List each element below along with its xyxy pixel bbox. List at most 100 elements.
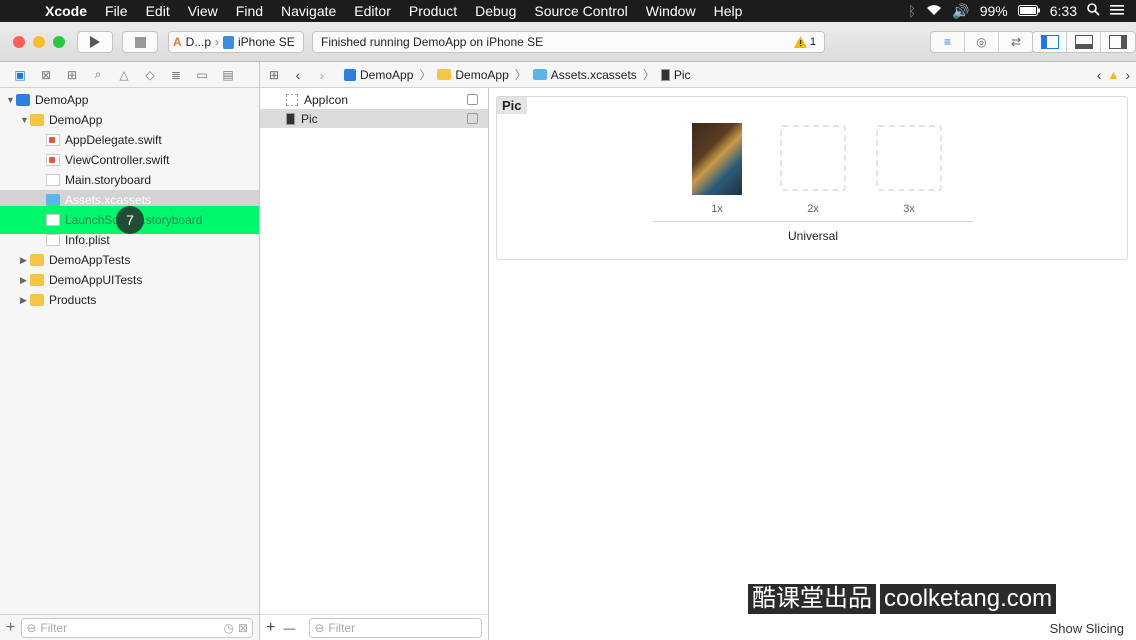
issue-warning-icon[interactable]: ▲ bbox=[1107, 68, 1119, 82]
asset-set-indicator-icon bbox=[467, 113, 478, 124]
disclosure-triangle-icon[interactable]: ▶ bbox=[20, 295, 30, 306]
previous-issue-chevron-icon[interactable]: ‹ bbox=[1097, 67, 1102, 83]
recent-files-clock-icon[interactable]: ◷ bbox=[223, 621, 233, 635]
breadcrumb-group[interactable]: DemoApp bbox=[437, 68, 509, 82]
add-asset-button[interactable]: + bbox=[266, 619, 275, 637]
image-slot-2x[interactable] bbox=[780, 125, 846, 191]
stop-button[interactable] bbox=[122, 31, 158, 53]
tree-row-demoapp-project[interactable]: ▼ DemoApp bbox=[0, 90, 259, 110]
menu-app-xcode[interactable]: Xcode bbox=[36, 3, 96, 19]
source-control-navigator-tab-icon[interactable]: ⊠ bbox=[38, 67, 54, 83]
toggle-navigator-button[interactable] bbox=[1033, 32, 1067, 52]
divider bbox=[653, 221, 973, 222]
minimize-window-button[interactable] bbox=[33, 36, 45, 48]
related-items-grid-icon[interactable]: ⊞ bbox=[262, 68, 286, 82]
editor-mode-segmented-control: ≡ ◎ ⇄ bbox=[930, 31, 1034, 53]
project-navigator-tab-folder-icon[interactable]: ▣ bbox=[12, 67, 28, 83]
standard-editor-button[interactable]: ≡ bbox=[931, 32, 965, 52]
back-chevron-icon[interactable]: ‹ bbox=[286, 67, 310, 83]
forward-chevron-icon[interactable]: › bbox=[310, 67, 334, 83]
storyboard-icon bbox=[46, 214, 60, 226]
tree-row-demoappuitests[interactable]: ▶ DemoAppUITests bbox=[0, 270, 259, 290]
tree-row-label: Main.storyboard bbox=[65, 173, 152, 187]
disclosure-triangle-icon[interactable]: ▶ bbox=[20, 275, 30, 286]
image-set-title[interactable]: Pic bbox=[497, 97, 527, 114]
version-editor-button[interactable]: ⇄ bbox=[999, 32, 1033, 52]
breadcrumb-project[interactable]: DemoApp bbox=[344, 68, 413, 82]
bluetooth-icon[interactable]: ᛒ bbox=[908, 3, 916, 19]
symbol-navigator-tab-icon[interactable]: ⊞ bbox=[64, 67, 80, 83]
menu-product[interactable]: Product bbox=[400, 3, 466, 19]
image-set-icon bbox=[660, 68, 670, 81]
zoom-window-button[interactable] bbox=[53, 36, 65, 48]
spotlight-search-icon[interactable] bbox=[1087, 3, 1100, 19]
menu-window[interactable]: Window bbox=[637, 3, 705, 19]
breadcrumb-image-set[interactable]: Pic bbox=[660, 68, 691, 82]
tree-row-products[interactable]: ▶ Products bbox=[0, 290, 259, 310]
asset-filter-field[interactable]: ⊖ Filter bbox=[309, 617, 482, 638]
battery-icon[interactable] bbox=[1017, 3, 1040, 19]
navigator-bottom-bar: + ⊖ Filter ◷ ⊠ bbox=[0, 614, 259, 640]
tree-row-label: AppDelegate.swift bbox=[65, 133, 162, 147]
report-navigator-tab-icon[interactable]: ▤ bbox=[220, 67, 236, 83]
volume-icon[interactable]: 🔊 bbox=[952, 3, 969, 20]
show-slicing-button[interactable]: Show Slicing bbox=[1050, 621, 1124, 636]
image-set-panel: Pic 1x 2x 3x Universal bbox=[496, 96, 1128, 260]
notification-center-icon[interactable] bbox=[1110, 3, 1124, 19]
breakpoint-navigator-tab-icon[interactable]: ▭ bbox=[194, 67, 210, 83]
next-issue-chevron-icon[interactable]: › bbox=[1125, 67, 1130, 83]
menu-view[interactable]: View bbox=[179, 3, 227, 19]
tree-row-main-storyboard[interactable]: Main.storyboard bbox=[0, 170, 259, 190]
scheme-device-label: iPhone SE bbox=[238, 35, 295, 49]
asset-editor: Pic 1x 2x 3x Universal Show Slicing bbox=[490, 88, 1136, 640]
scheme-selector[interactable]: A D...p › iPhone SE bbox=[168, 31, 304, 53]
project-icon bbox=[344, 68, 356, 81]
menu-file[interactable]: File bbox=[96, 3, 137, 19]
toggle-debug-area-button[interactable] bbox=[1067, 32, 1101, 52]
add-file-button[interactable]: + bbox=[6, 619, 15, 637]
tree-row-info-plist[interactable]: Info.plist bbox=[0, 230, 259, 250]
navigator-filter-field[interactable]: ⊖ Filter ◷ ⊠ bbox=[21, 617, 253, 638]
find-navigator-tab-search-icon[interactable]: ⌕ bbox=[90, 67, 106, 83]
toggle-utilities-button[interactable] bbox=[1101, 32, 1135, 52]
close-window-button[interactable] bbox=[13, 36, 25, 48]
remove-asset-button[interactable]: — bbox=[283, 621, 295, 635]
tree-row-viewcontroller[interactable]: ViewController.swift bbox=[0, 150, 259, 170]
menu-help[interactable]: Help bbox=[705, 3, 752, 19]
source-control-filter-icon[interactable]: ⊠ bbox=[238, 621, 248, 635]
asset-set-pic[interactable]: Pic bbox=[260, 109, 488, 128]
chevron-right-icon: 〉 bbox=[419, 68, 432, 82]
disclosure-triangle-icon[interactable]: ▼ bbox=[6, 95, 16, 105]
assets-icon bbox=[532, 69, 547, 80]
breadcrumb-assets[interactable]: Assets.xcassets bbox=[532, 68, 637, 82]
menu-find[interactable]: Find bbox=[227, 3, 272, 19]
menu-source-control[interactable]: Source Control bbox=[525, 3, 636, 19]
debug-navigator-tab-icon[interactable]: ≣ bbox=[168, 67, 184, 83]
asset-set-appicon[interactable]: AppIcon bbox=[260, 90, 488, 109]
run-button[interactable] bbox=[77, 31, 113, 53]
tree-row-demoapp-group[interactable]: ▼ DemoApp bbox=[0, 110, 259, 130]
image-slot-1x-photo[interactable] bbox=[692, 123, 742, 195]
folder-icon bbox=[30, 294, 44, 306]
tree-row-appdelegate[interactable]: AppDelegate.swift bbox=[0, 130, 259, 150]
menu-debug[interactable]: Debug bbox=[466, 3, 525, 19]
warning-count: 1 bbox=[809, 36, 816, 48]
chevron-right-icon: 〉 bbox=[514, 68, 527, 82]
warning-indicator[interactable]: 1 bbox=[793, 36, 824, 48]
menu-edit[interactable]: Edit bbox=[137, 3, 179, 19]
menu-navigate[interactable]: Navigate bbox=[272, 3, 345, 19]
assistant-editor-button[interactable]: ◎ bbox=[965, 32, 999, 52]
issue-navigator-tab-warning-icon[interactable]: △ bbox=[116, 67, 132, 83]
right-panel-icon bbox=[1109, 35, 1127, 49]
menu-editor[interactable]: Editor bbox=[345, 3, 400, 19]
image-slot-3x[interactable] bbox=[876, 125, 942, 191]
slot-label-1x: 1x bbox=[711, 203, 723, 215]
folder-icon bbox=[30, 274, 44, 286]
wifi-icon[interactable] bbox=[926, 3, 942, 19]
tree-row-demoapptests[interactable]: ▶ DemoAppTests bbox=[0, 250, 259, 270]
disclosure-triangle-icon[interactable]: ▶ bbox=[20, 255, 30, 266]
clock[interactable]: 6:33 bbox=[1050, 3, 1077, 19]
activity-status-bar: Finished running DemoApp on iPhone SE 1 bbox=[312, 31, 825, 53]
test-navigator-tab-diamond-icon[interactable]: ◇ bbox=[142, 67, 158, 83]
disclosure-triangle-icon[interactable]: ▼ bbox=[20, 115, 30, 125]
